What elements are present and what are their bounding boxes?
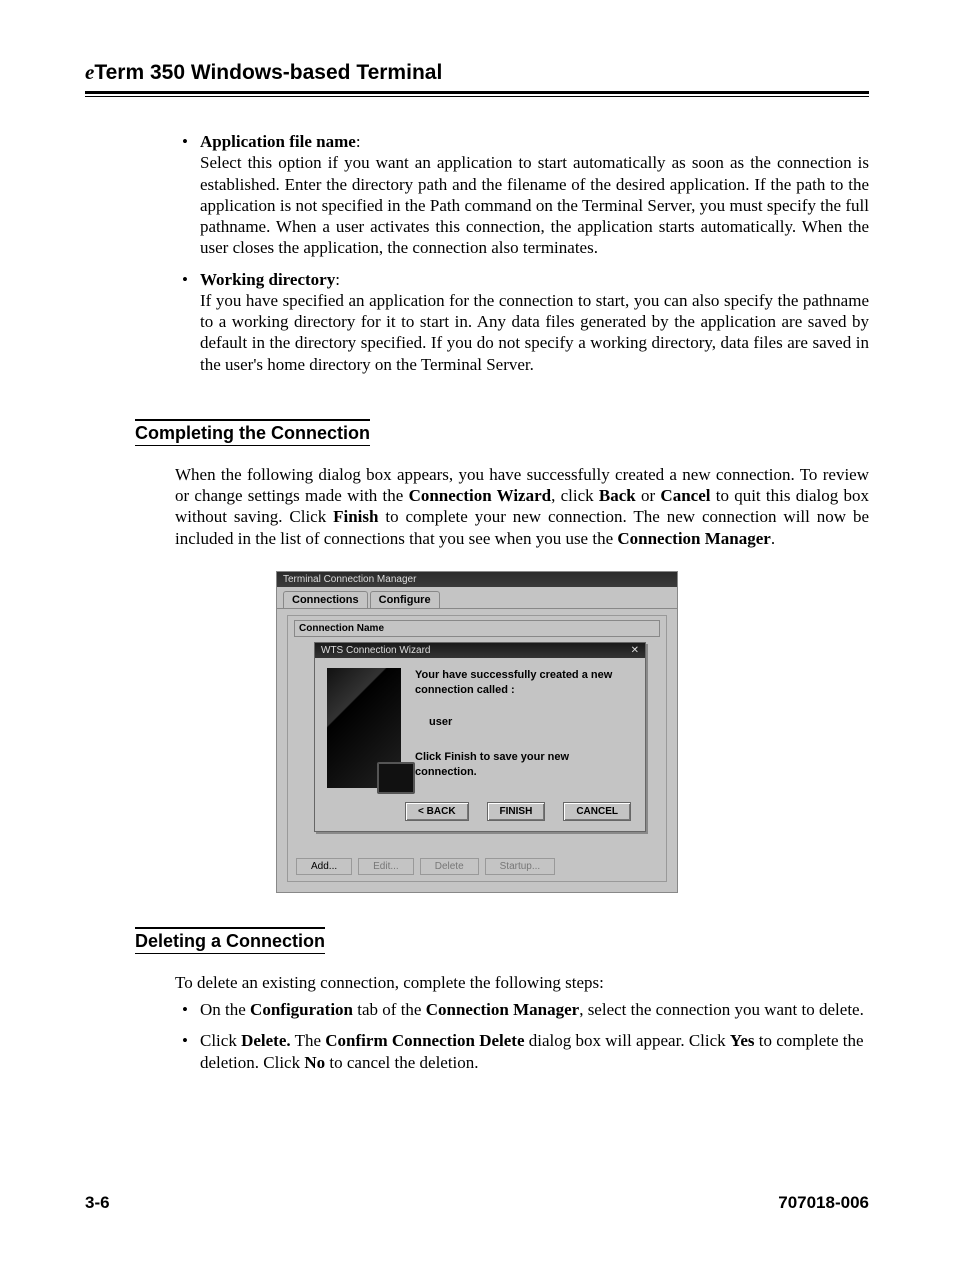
list-item: • Working directory: If you have specifi… (200, 269, 869, 375)
wizard-title: WTS Connection Wizard (321, 645, 430, 656)
tab-configure[interactable]: Configure (370, 591, 440, 608)
bullet-icon: • (182, 131, 188, 152)
rule-thick (85, 91, 869, 94)
wizard-message-1: Your have successfully created a new con… (415, 668, 633, 698)
close-icon[interactable]: ✕ (631, 645, 639, 656)
option-term: Application file name (200, 132, 356, 151)
list-item: • Click Delete. The Confirm Connection D… (200, 1030, 869, 1073)
page-footer: 3-6 707018-006 (85, 1193, 869, 1213)
option-body: Select this option if you want an applic… (200, 152, 869, 258)
edit-button[interactable]: Edit... (358, 858, 414, 875)
col-connection-name: Connection Name (299, 623, 384, 634)
bullet-icon: • (182, 269, 188, 290)
dialog-screenshot: Terminal Connection Manager Connections … (276, 571, 678, 893)
header-title: Term 350 Windows-based Terminal (94, 61, 442, 84)
option-term: Working directory (200, 270, 335, 289)
manager-panel: Connection Name WTS Connection Wizard ✕ … (287, 615, 667, 882)
list-item: • On the Configuration tab of the Connec… (200, 999, 869, 1020)
section1-paragraph: When the following dialog box appears, y… (175, 464, 869, 549)
rule-thin (85, 96, 869, 97)
startup-button[interactable]: Startup... (485, 858, 556, 875)
option-list: • Application file name: Select this opt… (200, 131, 869, 375)
window-title: Terminal Connection Manager (277, 572, 677, 587)
running-head: eTerm 350 Windows-based Terminal (85, 60, 869, 89)
section2-intro: To delete an existing connection, comple… (175, 972, 869, 993)
wizard-dialog: WTS Connection Wizard ✕ Your have succes… (314, 642, 646, 832)
header-prefix: e (85, 60, 94, 84)
section-heading-deleting: Deleting a Connection (135, 927, 325, 954)
back-button[interactable]: < BACK (405, 802, 469, 821)
tab-connections[interactable]: Connections (283, 591, 368, 608)
section2-body: To delete an existing connection, comple… (175, 972, 869, 1073)
document-number: 707018-006 (778, 1193, 869, 1213)
tab-strip: Connections Configure (277, 587, 677, 609)
list-item: • Application file name: Select this opt… (200, 131, 869, 259)
bullet-icon: • (182, 999, 188, 1020)
add-button[interactable]: Add... (296, 858, 352, 875)
option-body: If you have specified an application for… (200, 290, 869, 375)
finish-button[interactable]: FINISH (487, 802, 546, 821)
wizard-message-2: Click Finish to save your new connection… (415, 750, 633, 780)
page-number: 3-6 (85, 1193, 110, 1213)
list-header: Connection Name (294, 620, 660, 637)
delete-button[interactable]: Delete (420, 858, 479, 875)
section-heading-completing: Completing the Connection (135, 419, 370, 446)
cancel-button[interactable]: CANCEL (563, 802, 631, 821)
computer-icon (327, 668, 401, 788)
bullet-icon: • (182, 1030, 188, 1051)
wizard-connection-name: user (429, 715, 633, 730)
